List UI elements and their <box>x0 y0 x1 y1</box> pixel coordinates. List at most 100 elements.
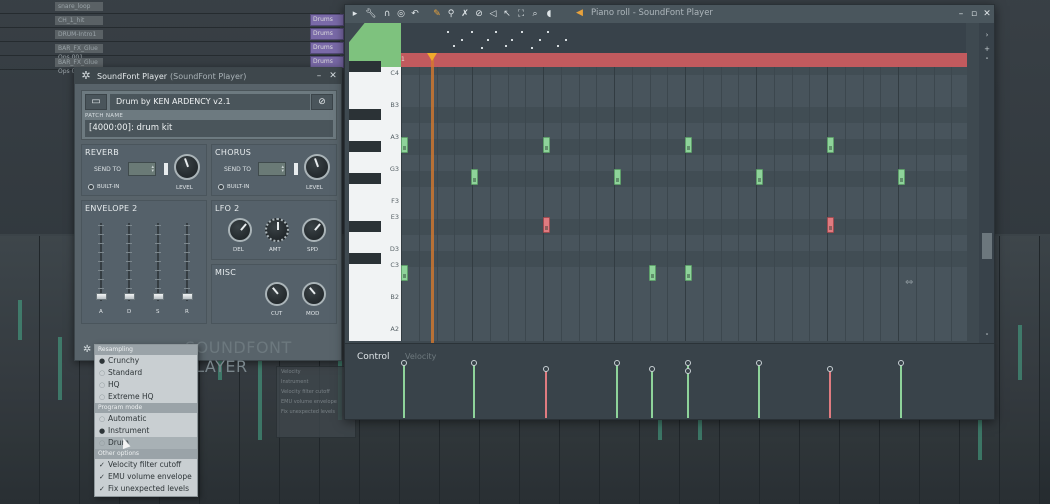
chorus-send-lcd[interactable]: ▴ ▾ <box>258 162 286 176</box>
note-green[interactable] <box>685 265 692 281</box>
note-green[interactable] <box>401 265 408 281</box>
note-green[interactable] <box>543 137 550 153</box>
scroll-right-icon[interactable]: › <box>979 29 994 41</box>
velocity-handle[interactable] <box>898 360 904 366</box>
menu-item[interactable]: ○ Drum <box>95 437 197 449</box>
playback-icon[interactable]: ◖ <box>543 8 555 20</box>
black-key[interactable] <box>349 109 381 120</box>
black-key[interactable] <box>349 221 381 232</box>
velocity-bar[interactable] <box>829 370 831 418</box>
note-green[interactable] <box>401 137 408 153</box>
timeline-ruler[interactable] <box>401 53 967 67</box>
maximize-icon[interactable]: ▫ <box>968 8 980 20</box>
misc-mod-knob[interactable] <box>302 282 326 306</box>
menu-item[interactable]: ○ Standard <box>95 367 197 379</box>
black-key[interactable] <box>349 61 381 72</box>
velocity-bar[interactable] <box>545 370 547 418</box>
gear-icon[interactable]: ✲ <box>79 69 93 83</box>
note-green[interactable] <box>898 169 905 185</box>
velocity-handle[interactable] <box>685 368 691 374</box>
vertical-scrollbar[interactable]: › + ˄ ˅ <box>979 23 994 345</box>
velocity-handle[interactable] <box>827 366 833 372</box>
velocity-handle[interactable] <box>614 360 620 366</box>
minimize-icon[interactable]: – <box>955 8 967 20</box>
brush-icon[interactable]: ⚲ <box>445 8 457 20</box>
menu-item[interactable]: ○ Automatic <box>95 413 197 425</box>
menu-item[interactable]: ○ Extreme HQ <box>95 391 197 403</box>
velocity-handle[interactable] <box>471 360 477 366</box>
velocity-bar[interactable] <box>616 364 618 418</box>
velocity-bar[interactable] <box>900 364 902 418</box>
note-green[interactable] <box>827 137 834 153</box>
velocity-bar[interactable] <box>758 364 760 418</box>
envelope-fader[interactable] <box>96 293 107 300</box>
scroll-thumb[interactable] <box>982 233 992 259</box>
record-icon[interactable]: ◎ <box>395 8 407 20</box>
black-key[interactable] <box>349 141 381 152</box>
chorus-level-knob[interactable] <box>304 154 330 180</box>
pencil-icon[interactable]: ✎ <box>431 8 443 20</box>
soundfont-name[interactable]: Drum by KEN ARDENCY v2.1 <box>110 94 310 110</box>
menu-item[interactable]: ✓ Fix unexpected levels <box>95 483 197 495</box>
note-green[interactable] <box>756 169 763 185</box>
menu-item[interactable]: ✓ EMU volume envelope <box>95 471 197 483</box>
note-grid[interactable]: ⇔ <box>401 67 967 341</box>
velocity-bar[interactable] <box>651 370 653 418</box>
lfo-speed-knob[interactable] <box>302 218 326 242</box>
black-key[interactable] <box>349 173 381 184</box>
undo-icon[interactable]: ↶ <box>409 8 421 20</box>
chorus-builtin-radio[interactable]: BUILT-IN <box>218 184 249 190</box>
patch-name-field[interactable]: [4000:00]: drum kit <box>85 120 333 137</box>
sfp-titlebar[interactable]: ✲ SoundFont Player (SoundFont Player) – … <box>75 68 341 84</box>
scroll-down-icon[interactable]: ˄ <box>979 55 994 67</box>
velocity-lane[interactable] <box>401 352 967 419</box>
control-label[interactable]: Control <box>357 352 390 362</box>
delete-icon[interactable]: ✗ <box>459 8 471 20</box>
velocity-bar[interactable] <box>473 364 475 418</box>
mute-icon[interactable]: ⊘ <box>473 8 485 20</box>
reverb-send-lcd[interactable]: ▴ ▾ <box>128 162 156 176</box>
note-red[interactable] <box>827 217 834 233</box>
note-green[interactable] <box>471 169 478 185</box>
reverb-builtin-radio[interactable]: BUILT-IN <box>88 184 119 190</box>
scroll-up-icon[interactable]: + <box>979 43 994 55</box>
velocity-handle[interactable] <box>649 366 655 372</box>
menu-item[interactable]: ✓ Velocity filter cutoff <box>95 459 197 471</box>
arrow-icon[interactable]: ▸ <box>349 8 361 20</box>
lfo-delay-knob[interactable] <box>228 218 252 242</box>
envelope-fader[interactable] <box>124 293 135 300</box>
magnet-icon[interactable]: ∩ <box>381 8 393 20</box>
wrench-icon[interactable]: 🔧︎ <box>365 8 377 20</box>
select-icon[interactable]: ↖ <box>501 8 513 20</box>
reverb-level-knob[interactable] <box>174 154 200 180</box>
close-icon[interactable]: ✕ <box>327 70 339 82</box>
piano-roll-toolbar[interactable]: ▸ 🔧︎ ∩ ◎ ↶ ✎ ⚲ ✗ ⊘ ◁ ↖ ⛶ ⌕ ◖ ◀ Piano rol… <box>345 5 994 23</box>
speaker-icon[interactable]: ◀ <box>576 8 583 18</box>
velocity-bar[interactable] <box>687 372 689 418</box>
piano-keyboard[interactable]: C4 B3 A3 G3 F3 E3 D3 C3 B2 A2 <box>349 61 401 341</box>
velocity-handle[interactable] <box>543 366 549 372</box>
velocity-handle[interactable] <box>685 360 691 366</box>
close-icon[interactable]: ✕ <box>981 8 993 20</box>
velocity-bar[interactable] <box>403 364 405 418</box>
black-key[interactable] <box>349 253 381 264</box>
note-red[interactable] <box>543 217 550 233</box>
misc-cutoff-knob[interactable] <box>265 282 289 306</box>
velocity-handle[interactable] <box>756 360 762 366</box>
lfo-amount-knob[interactable] <box>265 218 289 242</box>
menu-item[interactable]: ○ HQ <box>95 379 197 391</box>
paperclip-icon[interactable]: ⊘ <box>311 94 333 110</box>
velocity-handle[interactable] <box>401 360 407 366</box>
minimize-icon[interactable]: – <box>313 70 325 82</box>
envelope-fader[interactable] <box>182 293 193 300</box>
menu-item[interactable]: ● Instrument <box>95 425 197 437</box>
pattern-overview[interactable] <box>401 23 966 53</box>
slice-icon[interactable]: ◁ <box>487 8 499 20</box>
note-green[interactable] <box>614 169 621 185</box>
zoom-icon[interactable]: ⌕ <box>529 8 541 20</box>
note-green[interactable] <box>649 265 656 281</box>
scroll-down-arrow-icon[interactable]: ˅ <box>979 331 994 343</box>
menu-item[interactable]: ● Crunchy <box>95 355 197 367</box>
folder-icon[interactable]: ▭ <box>85 94 107 110</box>
envelope-fader[interactable] <box>153 293 164 300</box>
